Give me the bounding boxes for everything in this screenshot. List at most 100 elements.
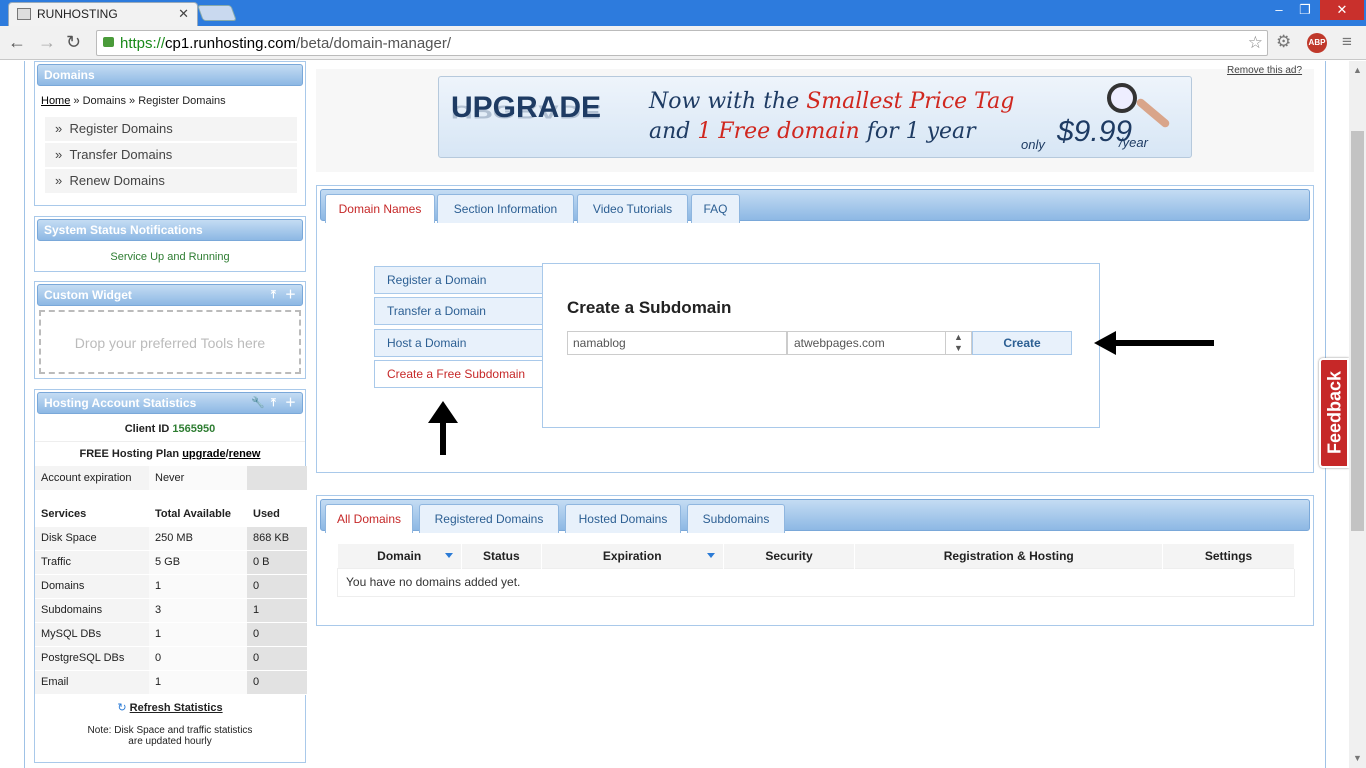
stats-table: Account expiration Never Services Total … <box>35 466 307 695</box>
scrollbar[interactable]: ▲ ▼ <box>1349 61 1366 768</box>
col-security[interactable]: Security <box>723 544 856 568</box>
sidebar-item-transfer-domains[interactable]: » Transfer Domains <box>45 143 297 167</box>
upgrade-banner[interactable]: UPGRADE UPGRADE Now with the Smallest Pr… <box>438 76 1192 158</box>
sort-icon[interactable] <box>706 553 715 558</box>
tab-all-domains[interactable]: All Domains <box>325 504 413 533</box>
back-icon[interactable]: ← <box>8 32 26 53</box>
main-tabbar: Domain Names Section Information Video T… <box>320 189 1310 223</box>
custom-widget-title[interactable]: Custom Widget ⤒ ＋ <box>37 284 303 306</box>
renew-link[interactable]: renew <box>229 448 261 460</box>
sidebar-item-renew-domains[interactable]: » Renew Domains <box>45 169 297 193</box>
expiration-label: Account expiration <box>35 466 149 491</box>
banner-upgrade-reflection: UPGRADE <box>451 101 602 121</box>
url-text: https://cp1.runhosting.com/beta/domain-m… <box>120 35 452 52</box>
tab-video-tutorials[interactable]: Video Tutorials <box>577 194 688 223</box>
close-tab-icon[interactable]: ✕ <box>178 6 189 22</box>
settings-gear-icon[interactable]: ⚙ <box>1276 32 1291 52</box>
refresh-statistics-button[interactable]: ↻ Refresh Statistics <box>35 695 305 721</box>
sidebar-item-register-domains[interactable]: » Register Domains <box>45 117 297 141</box>
col-settings[interactable]: Settings <box>1162 544 1295 568</box>
forward-icon[interactable]: → <box>38 32 56 53</box>
side-tab-host-domain[interactable]: Host a Domain <box>374 329 544 357</box>
table-row: Subdomains 3 1 <box>35 598 307 623</box>
col-expiration[interactable]: Expiration <box>541 544 724 568</box>
client-id: Client ID 1565950 <box>35 416 305 442</box>
banner-line1: Now with the Smallest Price Tag <box>649 89 1015 114</box>
domains-table: Domain Status Expiration Security Regist… <box>337 544 1295 597</box>
new-tab-button[interactable] <box>197 5 237 21</box>
minimize-icon[interactable]: – <box>1270 0 1288 20</box>
remove-ad-link[interactable]: Remove this ad? <box>1227 65 1302 76</box>
scrollbar-thumb[interactable] <box>1351 131 1364 531</box>
scroll-up-icon[interactable]: ▲ <box>1353 65 1362 75</box>
side-tab-register-domain[interactable]: Register a Domain <box>374 266 544 294</box>
create-subdomain-box: Create a Subdomain atwebpages.com▲▼ Crea… <box>542 263 1100 428</box>
tab-faq[interactable]: FAQ <box>691 194 740 223</box>
frame-left <box>24 61 25 768</box>
banner-line2: and 1 Free domain for 1 year <box>649 119 976 144</box>
arrow-up-icon <box>428 401 458 455</box>
table-row: Domains 1 0 <box>35 574 307 599</box>
banner-only: only <box>1021 137 1045 152</box>
breadcrumb-home-link[interactable]: Home <box>41 95 70 107</box>
domain-select[interactable]: atwebpages.com ▲ ▼ <box>787 331 972 355</box>
table-row: PostgreSQL DBs 0 0 <box>35 646 307 671</box>
menu-icon[interactable]: ≡ <box>1342 32 1352 52</box>
browser-titlebar: RUNHOSTING ✕ – ❐ ✕ <box>0 0 1366 26</box>
expiration-value: Never <box>149 466 247 491</box>
table-row: Email 1 0 <box>35 670 307 695</box>
table-row: Account expiration Never <box>35 466 307 491</box>
favicon-icon <box>17 8 31 20</box>
tab-registered-domains[interactable]: Registered Domains <box>419 504 559 533</box>
hosting-stats-box: Hosting Account Statistics 🔧 ⤒ ＋ Client I… <box>34 389 307 763</box>
stats-tools-icon[interactable]: 🔧 ⤒ ＋ <box>251 393 296 413</box>
bookmark-star-icon[interactable]: ☆ <box>1248 33 1263 53</box>
close-window-icon[interactable]: ✕ <box>1320 0 1364 20</box>
magnifier-icon <box>1107 83 1137 113</box>
create-button[interactable]: Create <box>972 331 1072 355</box>
tab-subdomains[interactable]: Subdomains <box>687 504 785 533</box>
banner-per-year: /year <box>1119 135 1148 150</box>
browser-toolbar: ← → ↻ https://cp1.runhosting.com/beta/do… <box>0 26 1366 60</box>
domains-list-panel: All Domains Registered Domains Hosted Do… <box>316 495 1314 626</box>
side-tab-transfer-domain[interactable]: Transfer a Domain <box>374 297 544 325</box>
subdomain-input[interactable] <box>567 331 787 355</box>
hosting-stats-title[interactable]: Hosting Account Statistics 🔧 ⤒ ＋ <box>37 392 303 414</box>
col-domain[interactable]: Domain <box>337 544 462 568</box>
restore-icon[interactable]: ❐ <box>1296 0 1314 20</box>
widget-drop-zone[interactable]: Drop your preferred Tools here <box>39 310 301 374</box>
domains-tabbar: All Domains Registered Domains Hosted Do… <box>320 499 1310 533</box>
lock-icon <box>103 37 114 47</box>
page-content: Domains Home » Domains » Register Domain… <box>0 61 1366 768</box>
stats-note: Note: Disk Space and traffic statistics a… <box>87 724 253 747</box>
side-tab-create-free-subdomain[interactable]: Create a Free Subdomain <box>374 360 544 388</box>
table-row: MySQL DBs 1 0 <box>35 622 307 647</box>
empty-domains-message: You have no domains added yet. <box>337 567 1295 597</box>
address-bar[interactable]: https://cp1.runhosting.com/beta/domain-m… <box>96 30 1268 56</box>
adblock-icon[interactable]: ABP <box>1307 33 1327 53</box>
tab-domain-names[interactable]: Domain Names <box>325 194 435 223</box>
reload-icon[interactable]: ↻ <box>66 32 81 53</box>
stats-header-row: Services Total Available Used <box>35 502 307 527</box>
create-subdomain-title: Create a Subdomain <box>567 298 732 317</box>
expiration-empty <box>247 466 307 491</box>
upgrade-link[interactable]: upgrade <box>182 448 225 460</box>
domains-box-title: Domains <box>37 64 303 86</box>
select-arrows-icon: ▲ ▼ <box>945 332 971 354</box>
scroll-down-icon[interactable]: ▼ <box>1353 753 1362 763</box>
tab-hosted-domains[interactable]: Hosted Domains <box>565 504 681 533</box>
browser-tab[interactable]: RUNHOSTING ✕ <box>8 2 198 26</box>
hand-icon <box>1135 97 1171 129</box>
table-row: Traffic 5 GB 0 B <box>35 550 307 575</box>
feedback-button[interactable]: Feedback <box>1319 358 1349 468</box>
sort-icon[interactable] <box>444 553 453 558</box>
col-status[interactable]: Status <box>461 544 542 568</box>
breadcrumb: Home » Domains » Register Domains <box>41 95 226 107</box>
system-status-title: System Status Notifications <box>37 219 303 241</box>
domains-table-header: Domain Status Expiration Security Regist… <box>337 544 1295 568</box>
browser-tab-title: RUNHOSTING <box>37 7 118 21</box>
tab-section-information[interactable]: Section Information <box>437 194 574 223</box>
widget-tools-icon[interactable]: ⤒ ＋ <box>271 285 296 305</box>
hosting-plan: FREE Hosting Plan upgrade/renew <box>79 448 261 460</box>
col-registration-hosting[interactable]: Registration & Hosting <box>854 544 1164 568</box>
